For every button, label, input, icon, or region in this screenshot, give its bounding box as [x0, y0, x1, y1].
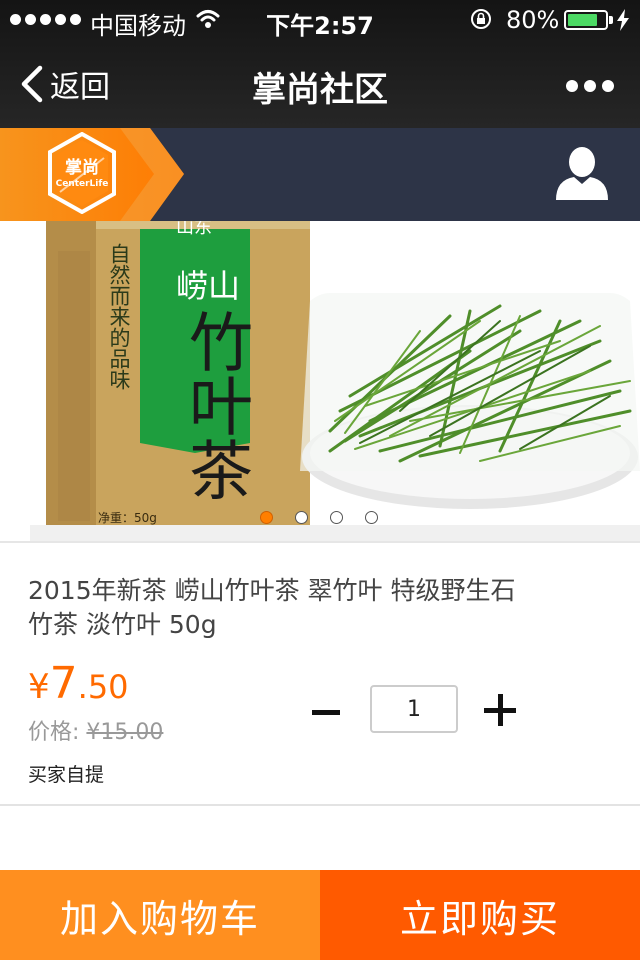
- price-integer: 7: [49, 658, 78, 709]
- charging-bolt-icon: [617, 9, 629, 31]
- divider: [0, 804, 640, 806]
- product-image-carousel[interactable]: 山东 自然而来的品味 崂山 竹叶茶 净重：50g: [0, 221, 640, 541]
- original-price: 价格: ¥15.00: [28, 714, 163, 746]
- nav-bar: 返回 掌尚社区: [0, 40, 640, 128]
- package-name-line1: 崂山: [176, 267, 241, 305]
- package-brand: 山东: [176, 221, 212, 238]
- quantity-increase-button[interactable]: [484, 694, 516, 726]
- divider: [0, 541, 640, 543]
- buy-now-button[interactable]: 立即购买: [320, 870, 640, 960]
- price-currency: ¥: [28, 667, 50, 707]
- quantity-input[interactable]: [370, 685, 458, 733]
- carousel-dot[interactable]: [330, 511, 343, 524]
- user-icon[interactable]: [552, 144, 612, 202]
- battery-level: [568, 14, 597, 26]
- original-price-value: ¥15.00: [86, 720, 164, 745]
- package-name-line2: 竹叶茶: [178, 309, 252, 501]
- product-title: 2015年新茶 崂山竹叶茶 翠竹叶 特级野生石竹茶 淡竹叶 50g: [28, 576, 516, 639]
- brand-logo-text: 掌尚: [65, 158, 99, 178]
- top-bar: 中国移动 下午2:57 80% 返回 掌尚社区: [0, 0, 640, 128]
- delivery-method: 买家自提: [28, 764, 105, 786]
- add-to-cart-button[interactable]: 加入购物车: [0, 870, 320, 960]
- package-slogan: 自然而来的品味: [107, 243, 131, 390]
- carousel-dot[interactable]: [260, 511, 273, 524]
- battery-percent: 80%: [506, 6, 560, 34]
- price-decimal: .50: [77, 668, 129, 706]
- page-title: 掌尚社区: [252, 70, 388, 110]
- battery-icon: [564, 10, 608, 30]
- package-weight: 净重：50g: [98, 511, 157, 525]
- current-price: ¥ 7 .50: [28, 658, 129, 709]
- original-price-label: 价格:: [28, 720, 80, 745]
- more-dots-icon[interactable]: [566, 76, 616, 96]
- product-image: [30, 221, 640, 541]
- carousel-dot[interactable]: [295, 511, 308, 524]
- carousel-dots: [260, 511, 378, 524]
- carousel-dot[interactable]: [365, 511, 378, 524]
- battery-tip: [609, 16, 613, 24]
- quantity-decrease-button[interactable]: [310, 694, 342, 730]
- brand-bar: 掌尚 CenterLife: [0, 128, 640, 221]
- status-bar: 中国移动 下午2:57 80%: [0, 0, 640, 40]
- product-page: 中国移动 下午2:57 80% 返回 掌尚社区 掌尚 CenterLife 山东…: [0, 0, 640, 960]
- rotation-lock-icon: [471, 9, 491, 29]
- brand-logo-subtext: CenterLife: [55, 179, 109, 189]
